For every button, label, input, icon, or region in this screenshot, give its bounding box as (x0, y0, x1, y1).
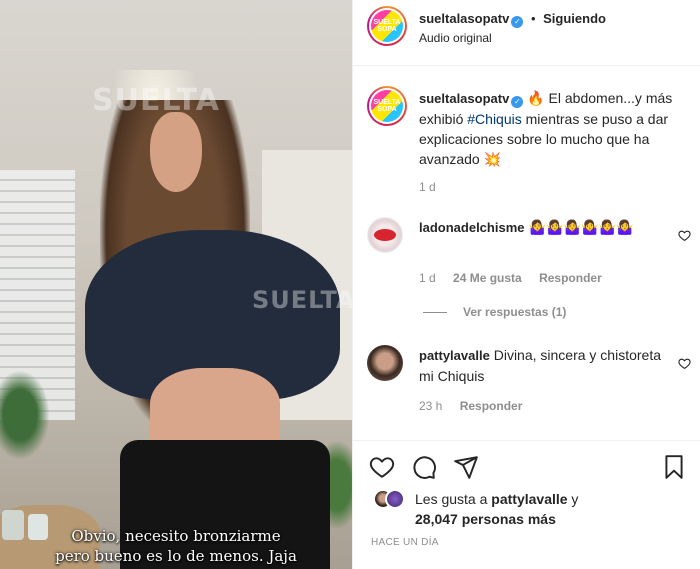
comment-meta: 23 h Responder (419, 399, 536, 413)
likes-text: Les gusta a pattylavalle y 28,047 person… (415, 489, 645, 529)
avatar[interactable] (367, 345, 403, 381)
hashtag-link[interactable]: #Chiquis (467, 111, 521, 127)
brand-logo: SUELTA SOPA (371, 10, 403, 42)
reply-button[interactable]: Responder (460, 399, 523, 413)
action-bar: Les gusta a pattylavalle y 28,047 person… (353, 440, 700, 569)
avatar[interactable]: SUELTA SOPA (367, 86, 407, 126)
author-username[interactable]: sueltalasopatv (419, 91, 509, 106)
avatar[interactable]: SUELTA SOPA (367, 6, 407, 46)
comment-text: ladonadelchisme 🤷‍♀️🤷‍♀️🤷‍♀️🤷‍♀️🤷‍♀️🤷‍♀️ (419, 217, 679, 238)
comment-text: pattylavalle Divina, sincera y chistoret… (419, 345, 679, 386)
comment-likes[interactable]: 24 Me gusta (453, 271, 522, 285)
caption-text: sueltalasopatv ✓ 🔥 El abdomen...y más exh… (419, 88, 679, 170)
watermark: SUELTA (252, 286, 352, 314)
view-replies-label: Ver respuestas (1) (463, 305, 567, 319)
heart-icon[interactable] (369, 454, 395, 480)
comment-icon[interactable] (411, 454, 437, 480)
time-ago[interactable]: 1 d (419, 180, 436, 194)
avatar[interactable] (367, 217, 403, 253)
comment-username[interactable]: ladonadelchisme (419, 220, 524, 235)
comment-meta: 1 d 24 Me gusta Responder (419, 271, 616, 285)
reply-button[interactable]: Responder (539, 271, 602, 285)
like-comment-heart-icon[interactable] (678, 229, 691, 242)
video-subtitle-line1: Obvio, necesito bronziarme (71, 527, 281, 545)
likes-prefix: Les gusta a (415, 491, 492, 507)
fire-emoji: 🔥 (527, 91, 545, 107)
post-timestamp[interactable]: HACE UN DÍA (371, 537, 439, 548)
liker-username[interactable]: pattylavalle (491, 491, 567, 507)
bookmark-icon[interactable] (661, 454, 687, 480)
replies-line (423, 311, 447, 313)
comment-time[interactable]: 1 d (419, 271, 436, 285)
following-button[interactable]: Siguiendo (543, 11, 606, 26)
likes-count[interactable]: 28,047 personas más (415, 511, 556, 527)
author-username[interactable]: sueltalasopatv (419, 11, 509, 26)
post-side-panel: SUELTA SOPA sueltalasopatv ✓ • Siguiendo A… (352, 0, 700, 569)
watermark: SUELTA (92, 83, 220, 118)
share-icon[interactable] (453, 454, 479, 480)
liker-avatar (385, 489, 405, 509)
verified-icon: ✓ (511, 16, 524, 28)
like-comment-heart-icon[interactable] (678, 357, 691, 370)
person-face (150, 112, 202, 192)
audio-label[interactable]: Audio original (419, 31, 492, 45)
brand-logo: SUELTA SOPA (371, 90, 403, 122)
plant (0, 370, 50, 460)
post-video[interactable]: SUELTA SUELTA Obvio, necesito bronziarme… (0, 0, 352, 569)
post-time: 1 d (419, 180, 450, 194)
post-header: SUELTA SOPA sueltalasopatv ✓ • Siguiendo A… (353, 0, 700, 66)
verified-icon: ✓ (511, 96, 524, 108)
separator: • (530, 11, 536, 26)
likes-connector: y (567, 491, 579, 507)
view-replies-button[interactable]: Ver respuestas (1) (423, 305, 566, 319)
comment-time[interactable]: 23 h (419, 399, 442, 413)
lips-logo (374, 229, 396, 241)
collision-emoji: 💥 (483, 152, 502, 168)
comment-emoji-text: 🤷‍♀️🤷‍♀️🤷‍♀️🤷‍♀️🤷‍♀️🤷‍♀️ (524, 220, 634, 236)
comment-username[interactable]: pattylavalle (419, 348, 490, 363)
video-subtitle-line2: pero bueno es lo de menos. Jaja (55, 547, 297, 565)
